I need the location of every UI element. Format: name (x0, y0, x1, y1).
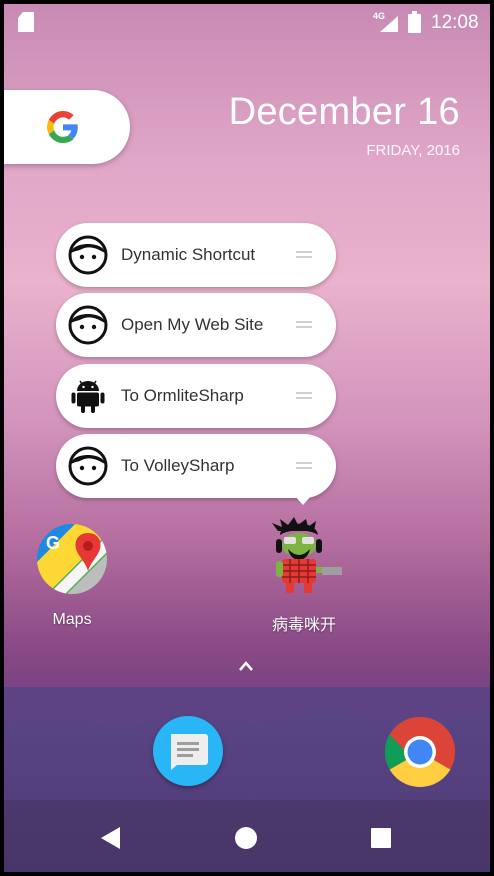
app-label-virus-mikai[interactable]: 病毒咪开 (244, 611, 364, 635)
chrome-icon[interactable] (384, 716, 456, 788)
drag-handle-icon[interactable] (296, 392, 312, 399)
android-icon (71, 380, 105, 413)
shortcut-open-web-site[interactable]: Open My Web Site (56, 293, 336, 357)
google-search-widget[interactable] (4, 90, 130, 164)
shortcut-volleysharp[interactable]: To VolleySharp (56, 434, 336, 498)
maps-icon[interactable]: G (36, 523, 108, 595)
shortcut-label: Open My Web Site (121, 315, 264, 334)
recents-button[interactable] (371, 828, 391, 848)
date-widget-weekday[interactable]: FRIDAY, 2016 (304, 142, 460, 159)
back-button[interactable] (101, 827, 120, 849)
chevron-up-icon[interactable] (238, 658, 254, 674)
home-screen: 4G 12:08 December 16 FRIDAY, 2016 Dynami… (4, 4, 490, 872)
date-widget-date[interactable]: December 16 (228, 91, 460, 134)
svg-text:G: G (46, 533, 60, 553)
drag-handle-icon[interactable] (296, 321, 312, 328)
popup-pointer (294, 495, 312, 505)
battery-icon (408, 11, 421, 33)
shortcut-dynamic[interactable]: Dynamic Shortcut (56, 223, 336, 287)
sd-card-icon (18, 12, 34, 32)
face-icon (68, 446, 108, 486)
network-type-label: 4G (373, 11, 386, 21)
drag-handle-icon[interactable] (296, 251, 312, 258)
status-bar: 4G 12:08 (4, 4, 490, 40)
message-bubble-icon (171, 734, 208, 770)
shortcut-label: Dynamic Shortcut (121, 245, 256, 264)
messages-icon[interactable] (153, 716, 223, 786)
face-icon (68, 235, 108, 275)
google-g-icon (47, 111, 78, 143)
home-button[interactable] (235, 827, 257, 849)
virus-mikai-icon[interactable] (266, 517, 348, 597)
shortcut-label: To VolleySharp (121, 456, 235, 475)
status-clock: 12:08 (431, 12, 479, 33)
drag-handle-icon[interactable] (296, 462, 312, 469)
face-icon (68, 305, 108, 345)
app-label-maps[interactable]: Maps (12, 611, 132, 629)
shortcut-label: To OrmliteSharp (121, 386, 244, 405)
shortcut-ormlitesharp[interactable]: To OrmliteSharp (56, 364, 336, 428)
